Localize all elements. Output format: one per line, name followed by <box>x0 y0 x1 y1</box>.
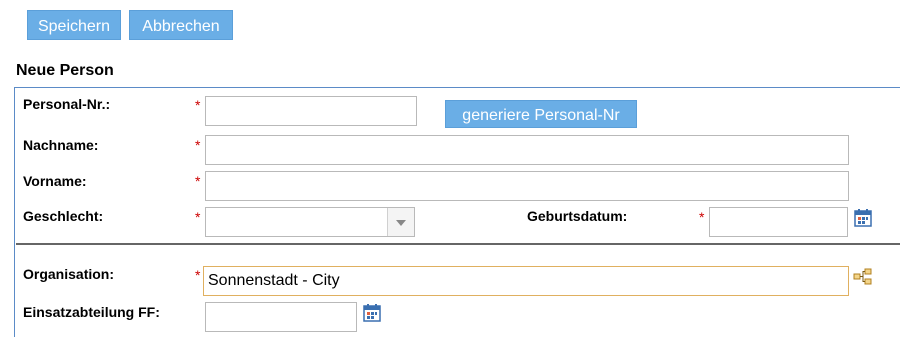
nachname-label: Nachname: <box>23 137 99 153</box>
vorname-label: Vorname: <box>23 173 87 189</box>
required-marker: * <box>195 137 201 153</box>
org-tree-icon[interactable] <box>853 268 873 286</box>
required-marker: * <box>195 97 201 113</box>
geburtsdatum-label: Geburtsdatum: <box>527 208 628 224</box>
section-divider <box>16 243 900 245</box>
geschlecht-select[interactable] <box>205 207 415 237</box>
required-marker: * <box>195 267 201 283</box>
required-marker: * <box>195 173 201 189</box>
personal-nr-input[interactable] <box>205 96 417 126</box>
required-marker: * <box>699 209 705 225</box>
chevron-down-icon[interactable] <box>387 208 414 236</box>
calendar-icon[interactable] <box>854 209 872 227</box>
vorname-input[interactable] <box>205 171 849 201</box>
geschlecht-label: Geschlecht: <box>23 208 104 224</box>
geburtsdatum-input[interactable] <box>709 207 848 237</box>
einsatzabteilung-label: Einsatzabteilung FF: <box>23 304 160 320</box>
organisation-label: Organisation: <box>23 266 115 282</box>
save-button[interactable]: Speichern <box>27 10 121 40</box>
einsatzabteilung-input[interactable] <box>205 302 357 332</box>
calendar-icon[interactable] <box>363 304 381 322</box>
nachname-input[interactable] <box>205 135 849 165</box>
personal-nr-label: Personal-Nr.: <box>23 96 111 112</box>
generate-personal-nr-button[interactable]: generiere Personal-Nr <box>445 100 637 128</box>
organisation-input[interactable] <box>203 266 849 296</box>
required-marker: * <box>195 209 201 225</box>
page-title: Neue Person <box>16 62 114 79</box>
cancel-button[interactable]: Abbrechen <box>129 10 233 40</box>
